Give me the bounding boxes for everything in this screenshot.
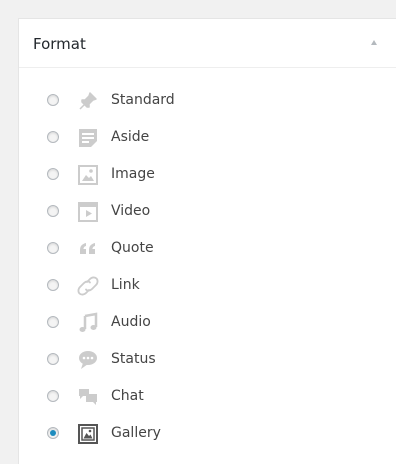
format-option-quote[interactable]: Quote [19, 234, 396, 264]
radio-chat[interactable] [47, 390, 59, 402]
chat-icon [79, 389, 97, 405]
format-label: Quote [111, 240, 154, 256]
triangle-up-icon[interactable] [371, 40, 377, 45]
quote-icon [80, 243, 95, 254]
format-label: Audio [111, 314, 151, 330]
format-label: Video [111, 203, 151, 219]
panel-title: Format [33, 35, 86, 53]
image-icon [78, 165, 98, 185]
format-option-chat[interactable]: Chat [19, 382, 396, 412]
audio-icon [79, 312, 98, 332]
radio-aside[interactable] [47, 131, 59, 143]
gallery-icon [78, 424, 98, 444]
format-option-video[interactable]: Video [19, 197, 396, 227]
radio-standard[interactable] [47, 94, 59, 106]
format-label: Link [111, 277, 140, 293]
format-option-status[interactable]: Status [19, 345, 396, 375]
format-label: Aside [111, 129, 150, 145]
radio-video[interactable] [47, 205, 59, 217]
link-icon [77, 276, 99, 296]
panel-header: Format [19, 19, 396, 68]
radio-status[interactable] [47, 353, 59, 365]
format-label: Gallery [111, 425, 161, 441]
radio-gallery[interactable] [47, 427, 59, 439]
format-label: Image [111, 166, 155, 182]
format-option-aside[interactable]: Aside [19, 123, 396, 153]
pin-icon [79, 92, 97, 110]
radio-quote[interactable] [47, 242, 59, 254]
radio-audio[interactable] [47, 316, 59, 328]
format-option-gallery[interactable]: Gallery [19, 419, 396, 449]
format-label: Status [111, 351, 156, 367]
format-option-link[interactable]: Link [19, 271, 396, 301]
radio-image[interactable] [47, 168, 59, 180]
format-label: Chat [111, 388, 144, 404]
format-option-standard[interactable]: Standard [19, 86, 396, 116]
aside-icon [79, 129, 97, 147]
radio-link[interactable] [47, 279, 59, 291]
format-panel: Format Standard Aside Image Video Quote … [18, 18, 396, 464]
format-option-image[interactable]: Image [19, 160, 396, 190]
format-label: Standard [111, 92, 175, 108]
format-option-audio[interactable]: Audio [19, 308, 396, 338]
status-icon [79, 351, 97, 369]
video-icon [78, 202, 98, 222]
